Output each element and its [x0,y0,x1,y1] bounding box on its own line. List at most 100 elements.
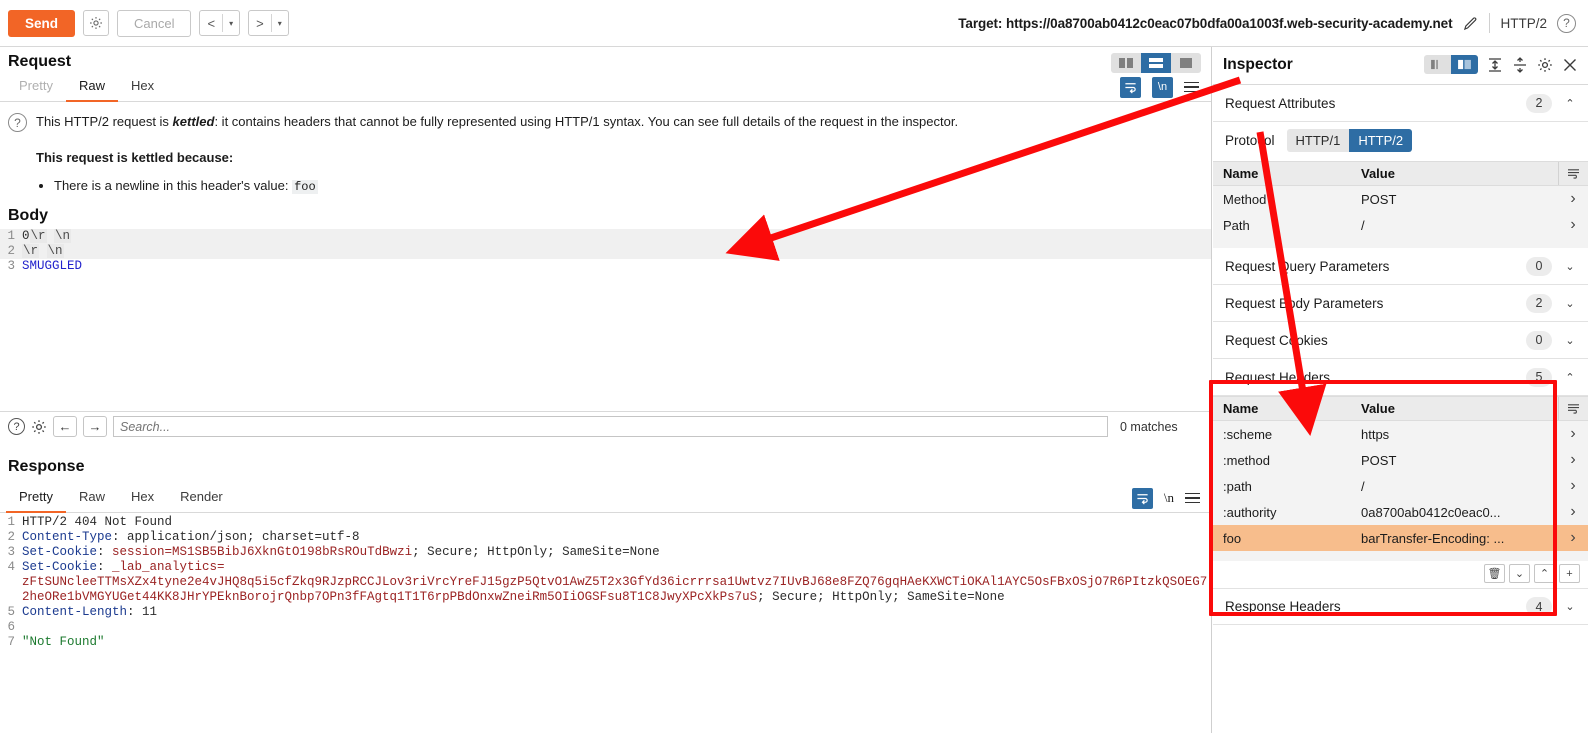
prev-dropdown-caret-icon[interactable]: ▾ [223,11,239,35]
trash-icon[interactable]: 🗑 [1484,564,1505,583]
layout-horizontal-split-icon[interactable] [1141,53,1171,73]
hamburger-icon[interactable] [1185,492,1200,504]
pencil-icon[interactable] [1462,15,1479,32]
chevron-down-icon[interactable]: ⌄ [1564,600,1576,613]
back-nav-group[interactable]: < ▾ [199,10,241,36]
next-dropdown-caret-icon[interactable]: ▾ [272,11,288,35]
section-request-cookies[interactable]: Request Cookies 0 ⌄ [1213,322,1588,359]
cell-value: POST [1361,452,1397,468]
protocol-option-http2[interactable]: HTTP/2 [1349,129,1413,152]
request-headers-header-row: Name Value [1213,396,1588,421]
tab-response-pretty[interactable]: Pretty [6,484,66,513]
panel-left-icon[interactable] [1424,55,1451,74]
collapse-all-icon[interactable] [1512,56,1528,73]
gear-icon[interactable] [1537,57,1553,73]
code-token: SMUGGLED [22,258,83,273]
table-row[interactable]: Method POST › [1213,186,1588,212]
code-line: 5 Content-Length: 11 [0,605,1212,620]
cell-value: https [1361,426,1390,442]
close-icon[interactable] [1562,57,1578,73]
section-request-body-parameters[interactable]: Request Body Parameters 2 ⌄ [1213,285,1588,322]
move-down-icon[interactable]: ⌄ [1509,564,1530,583]
response-viewer[interactable]: 1 HTTP/2 404 Not Found 2 Content-Type: appl… [0,515,1212,650]
chevron-down-icon[interactable]: ⌄ [1564,260,1576,273]
search-prev-button[interactable]: ← [53,416,77,437]
chevron-up-icon[interactable]: ⌃ [1564,371,1576,384]
code-line: 7 "Not Found" [0,635,1212,650]
table-row[interactable]: :scheme https › [1213,421,1588,447]
tab-response-raw[interactable]: Raw [66,484,118,513]
section-request-headers[interactable]: Request Headers 5 ⌃ [1213,359,1588,396]
table-row[interactable]: :authority 0a8700ab0412c0eac0... › [1213,499,1588,525]
protocol-option-http1[interactable]: HTTP/1 [1286,129,1350,152]
chevron-down-icon[interactable]: ⌄ [1564,297,1576,310]
add-icon[interactable]: + [1559,564,1580,583]
code-line: 1 0\r \n [0,228,1211,244]
tab-response-hex[interactable]: Hex [118,484,167,513]
help-icon[interactable]: ? [1557,13,1576,33]
chevron-right-icon[interactable]: › [1558,216,1588,234]
table-row[interactable]: :path / › [1213,473,1588,499]
panel-right-icon[interactable] [1451,55,1478,74]
inspector-layout-toggle[interactable] [1424,55,1478,74]
prev-request-button[interactable]: < [200,11,222,35]
request-title: Request [8,53,72,70]
tab-response-render[interactable]: Render [167,484,236,513]
chevron-right-icon[interactable]: › [1558,425,1588,443]
chevron-up-icon[interactable]: ⌃ [1564,97,1576,110]
request-search-input[interactable] [113,416,1108,437]
line-text: Content-Type: application/json; charset=… [22,530,1212,545]
word-wrap-icon[interactable] [1131,487,1153,509]
layout-toggle-group[interactable] [1111,53,1201,73]
column-header-name: Name [1223,401,1259,416]
forward-nav-group[interactable]: > ▾ [248,10,289,36]
search-help-icon[interactable]: ? [8,418,25,435]
chevron-right-icon[interactable]: › [1558,503,1588,521]
request-body-editor[interactable]: 1 0\r \n 2 \r \n 3 SMUGGLED [0,227,1211,274]
notice-keyword: kettled [172,114,215,129]
cell-name: foo [1223,530,1242,546]
line-number: 2 [7,243,15,258]
table-options-icon[interactable] [1558,162,1588,185]
cell-name: :scheme [1223,426,1273,442]
send-button[interactable]: Send [8,9,76,37]
section-label: Request Body Parameters [1225,295,1384,311]
cancel-button[interactable]: Cancel [117,9,192,37]
newline-icon[interactable]: \n [1164,490,1174,506]
section-request-attributes[interactable]: Request Attributes 2 ⌃ [1213,85,1588,122]
cell-name: Method [1223,191,1267,207]
section-request-query-parameters[interactable]: Request Query Parameters 0 ⌄ [1213,248,1588,285]
table-row[interactable]: foo barTransfer-Encoding: ... › [1213,525,1588,551]
search-next-button[interactable]: → [83,416,107,437]
table-row[interactable]: Path / › [1213,212,1588,238]
section-response-headers[interactable]: Response Headers 4 ⌄ [1213,588,1588,625]
section-count-badge: 2 [1526,293,1552,313]
tab-request-pretty[interactable]: Pretty [6,73,66,102]
chevron-down-icon[interactable]: ⌄ [1564,334,1576,347]
gear-icon[interactable] [83,10,110,36]
search-gear-icon[interactable] [31,419,47,435]
tab-request-raw[interactable]: Raw [65,73,118,102]
move-up-icon[interactable]: ⌃ [1534,564,1555,583]
info-question-icon[interactable]: ? [8,113,27,132]
chevron-right-icon[interactable]: › [1558,451,1588,469]
cell-name: :method [1223,452,1270,468]
table-options-icon[interactable] [1558,397,1588,420]
code-line: 3 Set-Cookie: session=MS1SB5BibJ6XknGtO19… [0,545,1212,560]
code-token: Content-Length [22,605,128,619]
tab-request-hex[interactable]: Hex [118,73,167,102]
word-wrap-icon[interactable] [1120,76,1141,98]
hamburger-icon[interactable] [1184,81,1199,93]
layout-vertical-split-icon[interactable] [1111,53,1141,73]
expand-all-icon[interactable] [1487,57,1503,73]
cell-value: / [1361,478,1365,494]
chevron-right-icon[interactable]: › [1558,529,1588,547]
code-token: Content-Type [22,530,113,544]
layout-single-pane-icon[interactable] [1171,53,1201,73]
newline-icon[interactable]: \n [1152,76,1173,98]
chevron-right-icon[interactable]: › [1558,477,1588,495]
protocol-segmented-control[interactable]: HTTP/1 HTTP/2 [1286,129,1413,152]
chevron-right-icon[interactable]: › [1558,190,1588,208]
table-row[interactable]: :method POST › [1213,447,1588,473]
next-request-button[interactable]: > [249,11,271,35]
